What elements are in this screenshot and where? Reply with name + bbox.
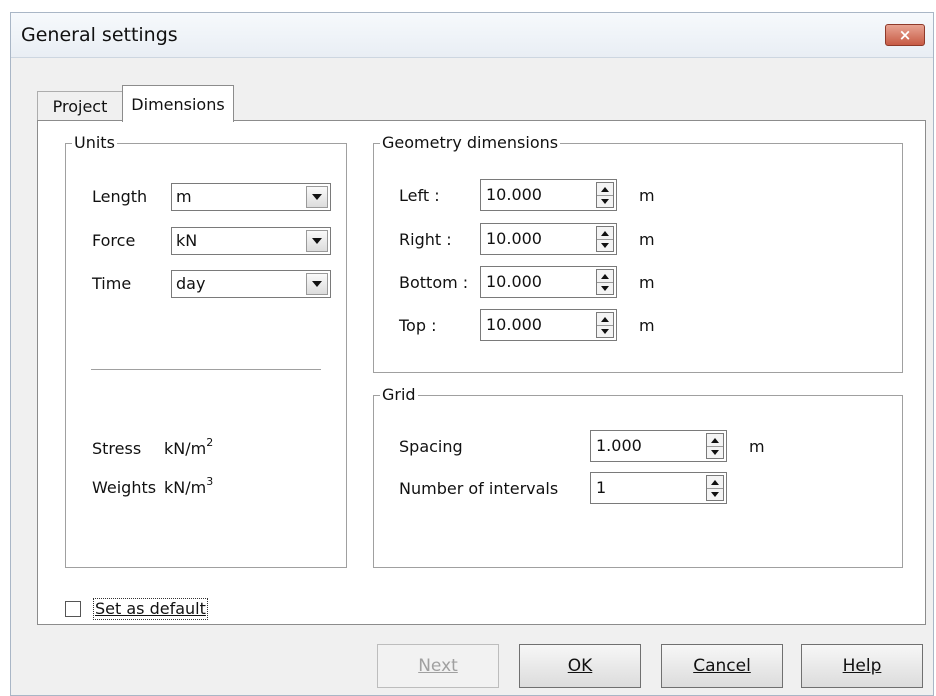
length-unit-value: m — [176, 187, 192, 206]
cancel-button-label: Cancel — [693, 656, 751, 676]
weights-unit-exponent: 3 — [206, 475, 214, 488]
next-button[interactable]: Next — [377, 644, 499, 688]
tab-project[interactable]: Project — [37, 91, 123, 121]
set-as-default-checkbox[interactable] — [65, 601, 81, 617]
grid-spacing-input[interactable]: 1.000 — [590, 430, 727, 462]
bottom-unit: m — [639, 273, 655, 292]
set-as-default-text: Set as default — [95, 599, 206, 618]
help-button-label: Help — [842, 656, 882, 676]
close-button[interactable]: × — [885, 24, 925, 46]
cancel-button[interactable]: Cancel — [661, 644, 783, 688]
time-unit-value: day — [176, 274, 206, 293]
title-bar: General settings × — [11, 13, 933, 58]
weights-label: Weights — [92, 478, 157, 497]
weights-unit: kN/m3 — [164, 475, 214, 498]
stress-unit-base: kN/m — [164, 439, 207, 458]
right-label: Right : — [399, 230, 452, 249]
intervals-label: Number of intervals — [399, 479, 559, 498]
dialog-title: General settings — [21, 24, 178, 46]
grid-intervals-input[interactable]: 1 — [590, 472, 727, 504]
stress-unit-exponent: 2 — [206, 436, 214, 449]
right-dimension-value: 10.000 — [486, 229, 542, 248]
set-as-default-label[interactable]: Set as default — [93, 598, 208, 620]
top-unit: m — [639, 316, 655, 335]
right-unit: m — [639, 230, 655, 249]
grid-group-legend: Grid — [380, 385, 418, 405]
right-dimension-input[interactable]: 10.000 — [480, 223, 617, 255]
force-unit-value: kN — [176, 231, 198, 250]
spacing-spinner[interactable] — [706, 433, 724, 459]
stress-label: Stress — [92, 439, 142, 458]
time-label: Time — [92, 274, 132, 293]
spacing-unit: m — [749, 437, 765, 456]
tab-dimensions[interactable]: Dimensions — [122, 85, 234, 122]
bottom-label: Bottom : — [399, 273, 469, 292]
left-unit: m — [639, 186, 655, 205]
time-unit-select[interactable]: day — [171, 270, 331, 298]
bottom-dimension-value: 10.000 — [486, 272, 542, 291]
spin-down-icon[interactable] — [597, 282, 613, 294]
next-button-label: Next — [418, 656, 458, 676]
spacing-label: Spacing — [399, 437, 463, 456]
force-label: Force — [92, 231, 136, 250]
left-dimension-input[interactable]: 10.000 — [480, 179, 617, 211]
tab-dimensions-label: Dimensions — [131, 94, 225, 114]
ok-button-label: OK — [567, 656, 593, 676]
spin-down-icon[interactable] — [597, 325, 613, 337]
chevron-down-icon[interactable] — [306, 186, 328, 208]
left-dimension-value: 10.000 — [486, 185, 542, 204]
left-label: Left : — [399, 186, 440, 205]
right-spinner[interactable] — [596, 226, 614, 252]
grid-spacing-value: 1.000 — [596, 436, 642, 455]
top-label: Top : — [399, 316, 437, 335]
bottom-dimension-input[interactable]: 10.000 — [480, 266, 617, 298]
force-unit-select[interactable]: kN — [171, 227, 331, 255]
units-separator — [91, 369, 321, 371]
spin-down-icon[interactable] — [707, 488, 723, 500]
ok-button[interactable]: OK — [519, 644, 641, 688]
left-spinner[interactable] — [596, 182, 614, 208]
top-dimension-value: 10.000 — [486, 315, 542, 334]
general-settings-dialog: General settings × Project Dimensions Un… — [10, 12, 934, 696]
spin-down-icon[interactable] — [707, 446, 723, 458]
close-icon: × — [898, 26, 912, 44]
spin-down-icon[interactable] — [597, 195, 613, 207]
intervals-spinner[interactable] — [706, 475, 724, 501]
spin-down-icon[interactable] — [597, 239, 613, 251]
geometry-group-legend: Geometry dimensions — [380, 133, 561, 153]
tab-project-label: Project — [52, 97, 108, 116]
stress-unit: kN/m2 — [164, 436, 214, 459]
help-button[interactable]: Help — [801, 644, 923, 688]
chevron-down-icon[interactable] — [306, 230, 328, 252]
geometry-dimensions-group: Geometry dimensions — [373, 133, 903, 373]
length-label: Length — [92, 187, 148, 206]
chevron-down-icon[interactable] — [306, 273, 328, 295]
units-group-legend: Units — [72, 133, 117, 153]
bottom-spinner[interactable] — [596, 269, 614, 295]
length-unit-select[interactable]: m — [171, 183, 331, 211]
top-dimension-input[interactable]: 10.000 — [480, 309, 617, 341]
weights-unit-base: kN/m — [164, 478, 207, 497]
top-spinner[interactable] — [596, 312, 614, 338]
grid-intervals-value: 1 — [596, 478, 607, 497]
